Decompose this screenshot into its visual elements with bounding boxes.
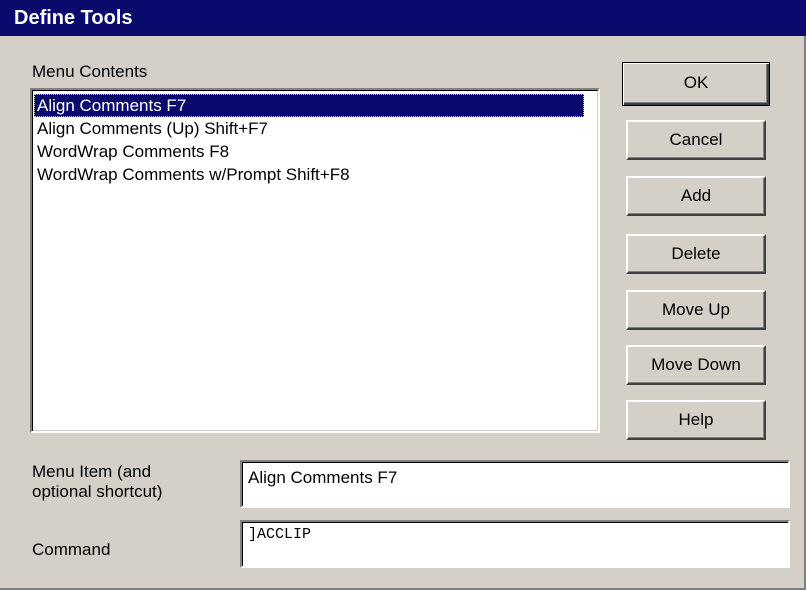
dialog-title-bar[interactable]: Define Tools (0, 0, 806, 36)
ok-button[interactable]: OK (622, 62, 770, 106)
move-down-button[interactable]: Move Down (626, 345, 766, 385)
move-up-button[interactable]: Move Up (626, 290, 766, 330)
menu-item-label-line2: optional shortcut) (32, 482, 163, 501)
command-label: Command (32, 540, 111, 559)
dialog-title: Define Tools (14, 7, 133, 29)
menu-item-label-line1: Menu Item (and (32, 462, 152, 481)
list-item[interactable]: Align Comments (Up) Shift+F7 (34, 117, 598, 140)
add-button[interactable]: Add (626, 176, 766, 216)
menu-contents-listbox[interactable]: Align Comments F7 Align Comments (Up) Sh… (30, 88, 600, 433)
list-item[interactable]: WordWrap Comments w/Prompt Shift+F8 (34, 163, 598, 186)
delete-button[interactable]: Delete (626, 234, 766, 274)
menu-item-label: Menu Item (and optional shortcut) (32, 462, 162, 502)
command-field[interactable]: ]ACCLIP (240, 520, 790, 568)
menu-contents-label: Menu Contents (32, 62, 148, 81)
menu-item-field[interactable]: Align Comments F7 (240, 460, 790, 508)
help-button[interactable]: Help (626, 400, 766, 440)
list-item[interactable]: WordWrap Comments F8 (34, 140, 598, 163)
define-tools-dialog: Define Tools Menu Contents Align Comment… (0, 0, 806, 590)
list-item[interactable]: Align Comments F7 (34, 94, 584, 117)
cancel-button[interactable]: Cancel (626, 120, 766, 160)
